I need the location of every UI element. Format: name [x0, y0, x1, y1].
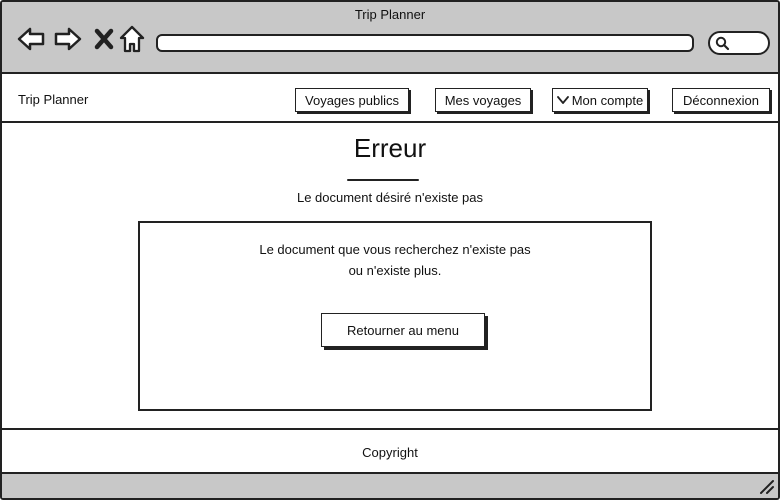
main-content: Erreur Le document désiré n'existe pas L… — [2, 123, 778, 428]
browser-toolbar: Trip Planner — [2, 2, 778, 74]
window-title: Trip Planner — [354, 7, 426, 22]
logout-button[interactable]: Déconnexion — [672, 88, 770, 112]
error-panel: Le document que vous recherchez n'existe… — [138, 221, 652, 411]
search-field[interactable] — [708, 31, 770, 55]
page-subtitle: Le document désiré n'existe pas — [296, 190, 484, 205]
back-arrow-icon[interactable] — [16, 24, 46, 54]
footer: Copyright — [2, 428, 778, 474]
app-header: Trip Planner Voyages publics Mes voyages… — [2, 76, 778, 123]
error-message-line-2: ou n'existe plus. — [348, 263, 442, 278]
address-bar[interactable] — [156, 34, 694, 52]
account-label: Mon compte — [571, 92, 644, 108]
home-icon[interactable] — [117, 24, 147, 54]
account-dropdown-button[interactable]: Mon compte — [552, 88, 648, 112]
forward-arrow-icon[interactable] — [53, 24, 83, 54]
resize-grip-icon[interactable] — [758, 478, 774, 494]
public-trips-button[interactable]: Voyages publics — [295, 88, 409, 112]
brand-name: Trip Planner — [18, 92, 89, 107]
page-title: Erreur — [353, 133, 427, 163]
search-icon — [715, 36, 730, 51]
copyright-text: Copyright — [362, 445, 418, 460]
browser-window: Trip Planner Trip Planner Voyages public… — [0, 0, 780, 500]
chevron-down-icon — [556, 95, 569, 105]
error-message-line-1: Le document que vous recherchez n'existe… — [259, 242, 531, 257]
my-trips-button[interactable]: Mes voyages — [435, 88, 531, 112]
close-icon[interactable] — [90, 24, 120, 54]
status-bar — [2, 474, 778, 498]
title-divider — [347, 179, 419, 181]
back-to-menu-button[interactable]: Retourner au menu — [321, 313, 485, 347]
